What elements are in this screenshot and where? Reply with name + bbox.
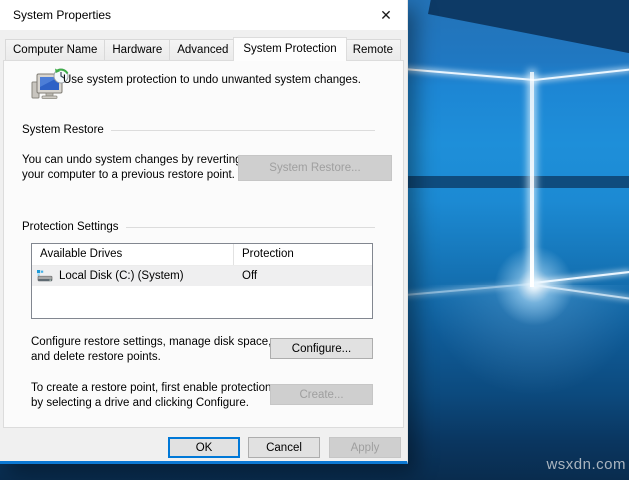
system-restore-description: You can undo system changes by reverting… — [22, 154, 242, 181]
cancel-button[interactable]: Cancel — [248, 437, 320, 458]
drives-listview: Available Drives Protection Local Disk (… — [31, 243, 373, 319]
drive-name: Local Disk (C:) (System) — [59, 270, 184, 282]
close-button[interactable]: ✕ — [370, 3, 402, 27]
tab-strip: Computer Name Hardware Advanced System P… — [5, 37, 401, 61]
column-header-protection[interactable]: Protection — [233, 244, 372, 265]
tab-computer-name[interactable]: Computer Name — [5, 39, 106, 60]
wallpaper-dark-band — [407, 176, 629, 188]
desktop: wsxdn.com System Properties ✕ Computer N… — [0, 0, 629, 480]
tab-page-system-protection: Use system protection to undo unwanted s… — [3, 60, 404, 428]
tab-system-protection[interactable]: System Protection — [233, 37, 347, 61]
system-properties-dialog: System Properties ✕ Computer Name Hardwa… — [0, 0, 408, 464]
system-protection-icon — [31, 68, 69, 99]
system-restore-group-label: System Restore — [22, 124, 104, 136]
protection-settings-group-header: Protection Settings — [22, 221, 375, 233]
wallpaper-beam-top-left — [403, 68, 535, 81]
wallpaper-beam-top-right — [533, 68, 629, 81]
configure-description: Configure restore settings, manage disk … — [31, 336, 272, 363]
apply-button[interactable]: Apply — [329, 437, 401, 458]
drive-protection-status: Off — [242, 270, 258, 282]
drive-name-cell: Local Disk (C:) (System) — [32, 269, 233, 283]
close-icon: ✕ — [380, 7, 392, 23]
ok-button[interactable]: OK — [168, 437, 240, 458]
drive-row-local-disk-c[interactable]: Local Disk (C:) (System) Off — [32, 266, 372, 286]
window-title: System Properties — [13, 8, 112, 22]
wallpaper-beam-vertical — [530, 72, 534, 287]
system-restore-group-header: System Restore — [22, 124, 375, 136]
group-divider-line — [110, 129, 375, 131]
protection-settings-group-label: Protection Settings — [22, 221, 119, 233]
column-header-available-drives[interactable]: Available Drives — [32, 244, 233, 265]
configure-button[interactable]: Configure... — [270, 338, 373, 359]
listview-header: Available Drives Protection — [32, 244, 372, 266]
watermark: wsxdn.com — [546, 456, 626, 473]
title-bar[interactable]: System Properties ✕ — [0, 0, 407, 30]
tab-remote[interactable]: Remote — [344, 39, 401, 60]
tab-hardware[interactable]: Hardware — [104, 39, 171, 60]
system-restore-button[interactable]: System Restore... — [238, 155, 392, 181]
wallpaper-dark-wedge — [428, 0, 629, 70]
group-divider-line — [125, 226, 375, 228]
tab-advanced[interactable]: Advanced — [169, 39, 237, 60]
page-description: Use system protection to undo unwanted s… — [63, 74, 361, 86]
create-button[interactable]: Create... — [270, 384, 373, 405]
create-description: To create a restore point, first enable … — [31, 382, 272, 409]
drive-icon — [37, 269, 53, 281]
